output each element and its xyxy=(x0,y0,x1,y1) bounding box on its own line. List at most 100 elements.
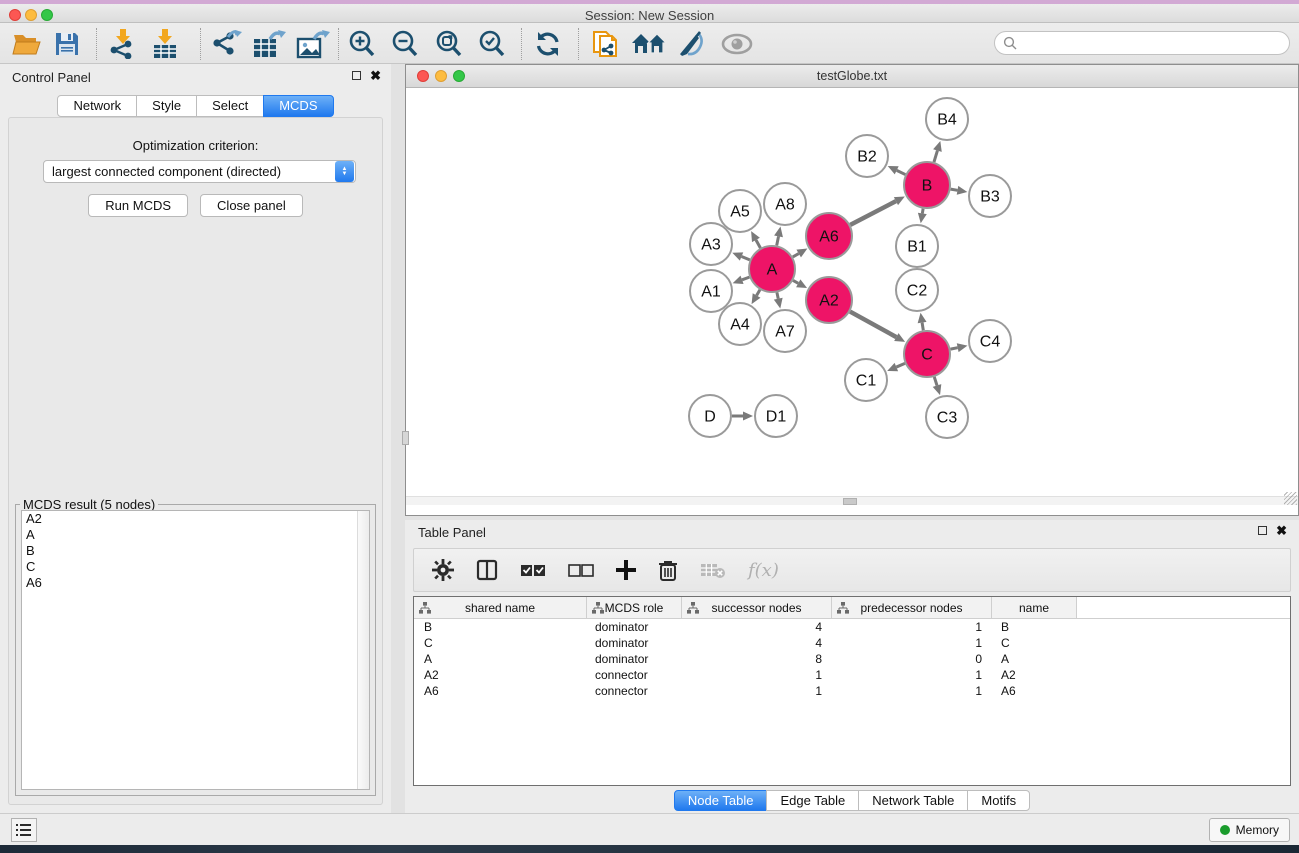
table-cell: 0 xyxy=(832,651,992,667)
deselect-all-icon[interactable] xyxy=(568,563,594,577)
tab-select[interactable]: Select xyxy=(196,95,264,117)
graph-node-B[interactable]: B xyxy=(904,162,950,208)
tab-node-table[interactable]: Node Table xyxy=(674,790,768,811)
table-row[interactable]: Adominator80A xyxy=(414,651,1290,667)
network-canvas[interactable]: B4 B2 B B3 A8A5 A6 A3 B1 A A1 C2 A2 A4A7 C4 C C1 C3 D D1 xyxy=(406,88,1298,506)
horizontal-scrollbar[interactable] xyxy=(406,496,1298,505)
graph-node-B1[interactable]: B1 xyxy=(896,225,938,267)
column-header-predecessor-nodes[interactable]: predecessor nodes xyxy=(832,597,992,618)
tab-style[interactable]: Style xyxy=(136,95,197,117)
criterion-dropdown[interactable]: largest connected component (directed) ▲… xyxy=(43,160,356,183)
search-input[interactable] xyxy=(1017,36,1267,50)
close-panel-icon[interactable]: ✖ xyxy=(1276,526,1287,535)
table-cell: A2 xyxy=(992,667,1077,683)
refresh-icon[interactable] xyxy=(533,29,563,59)
hide-annotations-icon[interactable] xyxy=(676,29,706,59)
table-row[interactable]: Cdominator41C xyxy=(414,635,1290,651)
float-panel-icon[interactable] xyxy=(1258,526,1267,535)
columns-icon[interactable] xyxy=(476,559,498,581)
clone-network-icon[interactable] xyxy=(590,29,622,59)
graph-node-C4[interactable]: C4 xyxy=(969,320,1011,362)
graph-edge xyxy=(742,277,749,280)
control-panel-tabs: NetworkStyleSelectMCDS xyxy=(0,95,391,117)
result-list-item[interactable]: A6 xyxy=(22,575,369,591)
table-cell: 4 xyxy=(682,619,832,635)
resize-grip[interactable] xyxy=(1284,492,1297,505)
result-list-item[interactable]: B xyxy=(22,543,369,559)
delete-column-icon[interactable] xyxy=(700,561,726,579)
table-row[interactable]: A2connector11A2 xyxy=(414,667,1290,683)
home-icon[interactable] xyxy=(630,29,668,59)
graph-node-D[interactable]: D xyxy=(689,395,731,437)
table-cell: A xyxy=(414,651,587,667)
close-panel-icon[interactable]: ✖ xyxy=(370,71,381,80)
tab-network[interactable]: Network xyxy=(57,95,137,117)
graph-node-A2[interactable]: A2 xyxy=(806,277,852,323)
graph-node-A7[interactable]: A7 xyxy=(764,310,806,352)
zoom-in-icon[interactable] xyxy=(347,29,377,59)
graph-node-A3[interactable]: A3 xyxy=(690,223,732,265)
trash-icon[interactable] xyxy=(658,559,678,581)
column-header-MCDS-role[interactable]: MCDS role xyxy=(587,597,682,618)
scrollbar[interactable] xyxy=(357,511,369,789)
function-icon[interactable]: f(x) xyxy=(748,560,779,581)
tab-edge-table[interactable]: Edge Table xyxy=(766,790,859,811)
tab-motifs[interactable]: Motifs xyxy=(967,790,1030,811)
graph-node-B3[interactable]: B3 xyxy=(969,175,1011,217)
network-window-titlebar[interactable]: testGlobe.txt xyxy=(406,65,1298,88)
graph-node-C[interactable]: C xyxy=(904,331,950,377)
graph-node-A1[interactable]: A1 xyxy=(690,270,732,312)
graph-edge xyxy=(777,292,778,298)
eye-icon[interactable] xyxy=(720,29,754,59)
edge-arrowhead xyxy=(733,276,744,284)
edge-arrowhead xyxy=(933,384,942,395)
scrollbar-handle[interactable] xyxy=(843,498,857,505)
graph-node-A8[interactable]: A8 xyxy=(764,183,806,225)
memory-button[interactable]: Memory xyxy=(1209,818,1290,842)
splitter-handle[interactable] xyxy=(402,431,409,445)
graph-node-A6[interactable]: A6 xyxy=(806,213,852,259)
run-mcds-button[interactable]: Run MCDS xyxy=(88,194,188,217)
tab-mcds[interactable]: MCDS xyxy=(263,95,333,117)
graph-node-C1[interactable]: C1 xyxy=(845,359,887,401)
table-cell: 1 xyxy=(832,683,992,699)
import-table-icon[interactable] xyxy=(150,29,180,59)
import-network-icon[interactable] xyxy=(108,29,138,59)
column-header-shared-name[interactable]: shared name xyxy=(414,597,587,618)
graph-node-B4[interactable]: B4 xyxy=(926,98,968,140)
graph-node-A5[interactable]: A5 xyxy=(719,190,761,232)
float-panel-icon[interactable] xyxy=(352,71,361,80)
column-header-name[interactable]: name xyxy=(992,597,1077,618)
tab-network-table[interactable]: Network Table xyxy=(858,790,968,811)
zoom-selected-icon[interactable] xyxy=(477,29,507,59)
graph-node-A4[interactable]: A4 xyxy=(719,303,761,345)
export-image-icon[interactable] xyxy=(296,29,330,59)
select-all-icon[interactable] xyxy=(520,563,546,577)
gear-icon[interactable] xyxy=(432,559,454,581)
close-panel-button[interactable]: Close panel xyxy=(200,194,303,217)
task-history-button[interactable] xyxy=(11,818,37,842)
save-session-icon[interactable] xyxy=(54,29,80,59)
table-row[interactable]: Bdominator41B xyxy=(414,619,1290,635)
zoom-out-icon[interactable] xyxy=(390,29,420,59)
table-cell: C xyxy=(414,635,587,651)
titlebar[interactable]: Session: New Session xyxy=(0,4,1299,23)
graph-node-C3[interactable]: C3 xyxy=(926,396,968,438)
table-row[interactable]: A6connector11A6 xyxy=(414,683,1290,699)
mcds-result-list[interactable]: A2ABCA6 xyxy=(21,510,370,790)
open-file-icon[interactable] xyxy=(12,29,42,59)
graph-node-A[interactable]: A xyxy=(749,246,795,292)
column-header-successor-nodes[interactable]: successor nodes xyxy=(682,597,832,618)
result-list-item[interactable]: A2 xyxy=(22,511,369,527)
export-network-icon[interactable] xyxy=(210,29,242,59)
graph-node-B2[interactable]: B2 xyxy=(846,135,888,177)
zoom-fit-icon[interactable] xyxy=(434,29,464,59)
add-icon[interactable] xyxy=(616,560,636,580)
search-field[interactable] xyxy=(994,31,1290,55)
result-list-item[interactable]: C xyxy=(22,559,369,575)
graph-node-D1[interactable]: D1 xyxy=(755,395,797,437)
svg-text:B4: B4 xyxy=(937,112,957,129)
export-table-icon[interactable] xyxy=(252,29,286,59)
graph-node-C2[interactable]: C2 xyxy=(896,269,938,311)
result-list-item[interactable]: A xyxy=(22,527,369,543)
